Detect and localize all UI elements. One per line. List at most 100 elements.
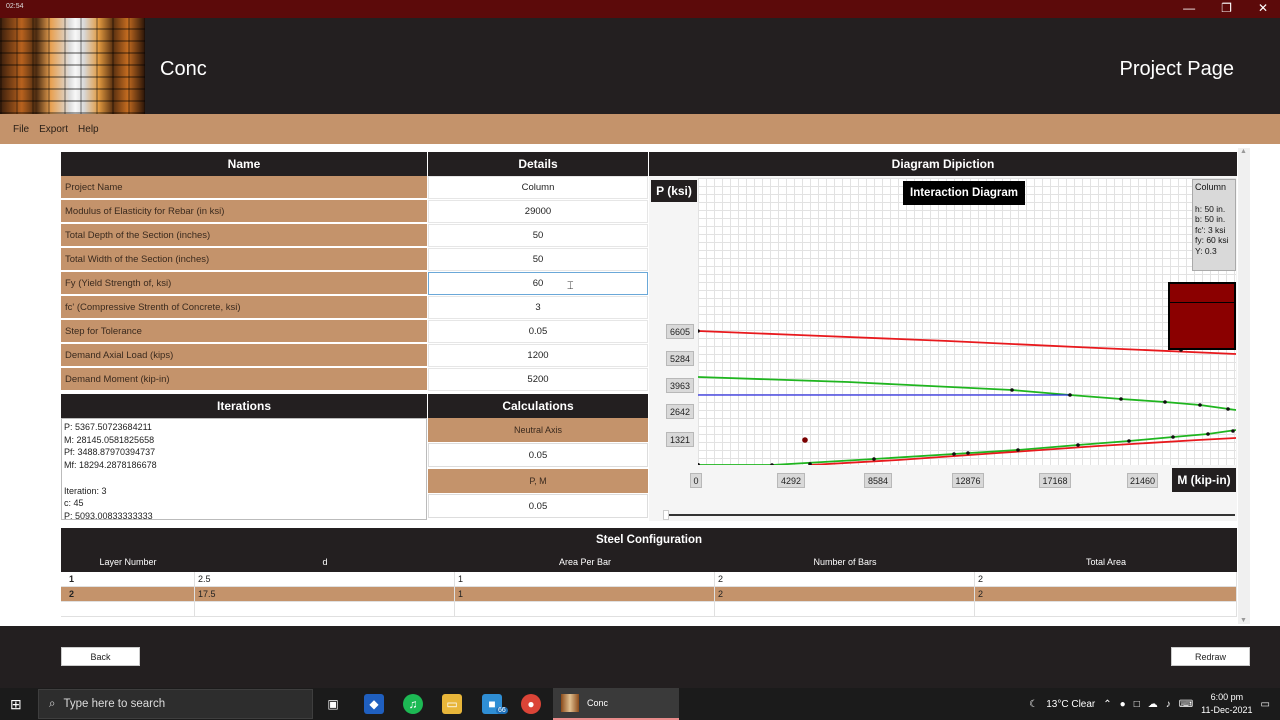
cell-empty[interactable] xyxy=(715,602,975,616)
cell-layer[interactable]: 1 xyxy=(61,572,195,586)
scroll-track xyxy=(665,514,1235,516)
cell-area-per-bar[interactable]: 1 xyxy=(455,587,715,601)
cell-number-of-bars[interactable]: 2 xyxy=(715,587,975,601)
red-upper-curve xyxy=(698,330,1236,355)
iteration-line xyxy=(64,472,424,485)
spotify-icon[interactable]: ♫ xyxy=(403,694,423,714)
vertical-scrollbar[interactable]: ▲ ▼ xyxy=(1238,148,1250,624)
iterations-log[interactable]: P: 5367.50723684211 M: 28145.0581825658 … xyxy=(61,418,427,520)
keyboard-icon[interactable]: ⌨ xyxy=(1179,699,1193,710)
calculations-header: Calculations xyxy=(428,394,648,418)
diagram-horizontal-scrollbar[interactable] xyxy=(651,510,1236,520)
bottom-action-bar xyxy=(0,626,1280,688)
taskbar-app-label: Conc xyxy=(587,698,609,708)
x-axis-unit: M (kip-in) xyxy=(1172,468,1236,492)
chrome-icon[interactable]: ● xyxy=(521,694,541,714)
task-view-icon[interactable]: ▣ xyxy=(323,694,343,714)
scroll-down-icon[interactable]: ▼ xyxy=(1240,617,1247,624)
scroll-up-icon[interactable]: ▲ xyxy=(1240,148,1247,155)
moment-field[interactable]: 5200 xyxy=(428,368,648,391)
cell-empty[interactable] xyxy=(455,602,715,616)
diagram-title: Interaction Diagram xyxy=(903,181,1025,205)
close-button[interactable]: ✕ xyxy=(1258,1,1268,15)
notifications-icon[interactable]: ▭ xyxy=(1261,699,1270,710)
notification-badge: 66 xyxy=(496,707,508,714)
table-row[interactable]: 1 2.5 1 2 2 xyxy=(61,572,1237,587)
depth-field[interactable]: 50 xyxy=(428,224,648,247)
redraw-button[interactable]: Redraw xyxy=(1171,647,1250,666)
row-label-width: Total Width of the Section (inches) xyxy=(61,248,427,271)
row-label-fc: fc' (Compressive Strenth of Concrete, ks… xyxy=(61,296,427,319)
maximize-button[interactable]: ❐ xyxy=(1221,1,1232,15)
window-titlebar: 02:54 — ❐ ✕ xyxy=(0,0,1280,18)
windows-start-icon[interactable]: ⊞ xyxy=(10,696,22,713)
conc-app-icon xyxy=(561,694,579,712)
cell-layer[interactable]: 2 xyxy=(61,587,195,601)
x-tick: 0 xyxy=(690,473,702,488)
cell-number-of-bars[interactable]: 2 xyxy=(715,572,975,586)
width-field[interactable]: 50 xyxy=(428,248,648,271)
section-h: h: 50 in. xyxy=(1195,203,1226,214)
axial-load-field[interactable]: 1200 xyxy=(428,344,648,367)
cell-empty[interactable] xyxy=(975,602,1237,616)
pm-value: 0.05 xyxy=(428,494,648,518)
section-info-box: Column h: 50 in. b: 50 in. fc': 3 ksi fy… xyxy=(1192,179,1236,271)
y-tick: 3963 xyxy=(666,378,694,393)
iteration-line: M: 28145.0581825658 xyxy=(64,434,155,445)
row-label-fy: Fy (Yield Strength of, ksi) xyxy=(61,272,427,295)
cell-empty[interactable] xyxy=(61,602,195,616)
green-lower-curve xyxy=(698,429,1236,465)
iteration-line: Pf: 3488.87970394737 xyxy=(64,447,156,458)
taskbar-conc-app[interactable]: Conc xyxy=(553,688,679,720)
col-d: d xyxy=(322,557,328,567)
taskbar-search[interactable]: ⌕ Type here to search xyxy=(38,689,313,719)
recording-time: 02:54 xyxy=(6,3,24,10)
y-tick: 1321 xyxy=(666,432,694,447)
volume-icon[interactable]: ♪ xyxy=(1166,699,1171,710)
cell-empty[interactable] xyxy=(195,602,455,616)
scroll-thumb[interactable] xyxy=(663,510,669,520)
page-title: Project Page xyxy=(1119,58,1234,80)
table-row[interactable]: 2 17.5 1 2 2 xyxy=(61,587,1237,602)
moon-icon: ☾ xyxy=(1029,698,1039,710)
microphone-icon[interactable]: ● xyxy=(1120,699,1126,710)
col-area-per-bar: Area Per Bar xyxy=(558,557,612,567)
row-label-tolerance: Step for Tolerance xyxy=(61,320,427,343)
iteration-line: P: 5093.00833333333 xyxy=(64,510,153,520)
y-axis-unit: P (ksi) xyxy=(651,180,697,202)
system-clock[interactable]: 6:00 pm 11-Dec-2021 xyxy=(1201,691,1252,717)
minimize-button[interactable]: — xyxy=(1183,1,1195,15)
fc-field[interactable]: 3 xyxy=(428,296,648,319)
x-tick: 12876 xyxy=(952,473,984,488)
steel-config-header: Steel Configuration xyxy=(61,528,1237,552)
menu-help[interactable]: Help xyxy=(78,124,99,135)
network-icon[interactable]: □ xyxy=(1134,699,1140,710)
project-name-field[interactable]: Column xyxy=(428,176,648,199)
fy-field[interactable]: 60 xyxy=(428,272,648,295)
weather-text[interactable]: 13°C Clear xyxy=(1046,699,1095,710)
menu-file[interactable]: File xyxy=(13,124,29,135)
search-icon: ⌕ xyxy=(49,697,56,710)
cell-total-area[interactable]: 2 xyxy=(975,572,1237,586)
section-fc: fc': 3 ksi xyxy=(1195,224,1226,235)
back-button[interactable]: Back xyxy=(61,647,140,666)
onedrive-icon[interactable]: ☁ xyxy=(1148,699,1158,710)
modulus-field[interactable]: 29000 xyxy=(428,200,648,223)
visual-studio-icon[interactable]: ◆ xyxy=(364,694,384,714)
table-row-empty[interactable] xyxy=(61,602,1237,617)
cell-area-per-bar[interactable]: 1 xyxy=(455,572,715,586)
windows-taskbar: ⊞ ⌕ Type here to search ▣ ◆ ♫ ▭ ■ ● Conc… xyxy=(0,688,1280,720)
menu-export[interactable]: Export xyxy=(39,124,68,135)
clock-time: 6:00 pm xyxy=(1210,692,1244,702)
row-label-modulus: Modulus of Elasticity for Rebar (in ksi) xyxy=(61,200,427,223)
diagram-header: Diagram Dipiction xyxy=(649,152,1237,176)
cell-total-area[interactable]: 2 xyxy=(975,587,1237,601)
section-name: Column xyxy=(1195,182,1227,192)
chevron-up-icon[interactable]: ⌃ xyxy=(1103,699,1111,710)
cell-d[interactable]: 17.5 xyxy=(195,587,455,601)
cell-d[interactable]: 2.5 xyxy=(195,572,455,586)
text-cursor-icon: ⌶ xyxy=(567,280,574,292)
iteration-line: P: 5367.50723684211 xyxy=(64,422,152,432)
file-explorer-icon[interactable]: ▭ xyxy=(442,694,462,714)
tolerance-field[interactable]: 0.05 xyxy=(428,320,648,343)
